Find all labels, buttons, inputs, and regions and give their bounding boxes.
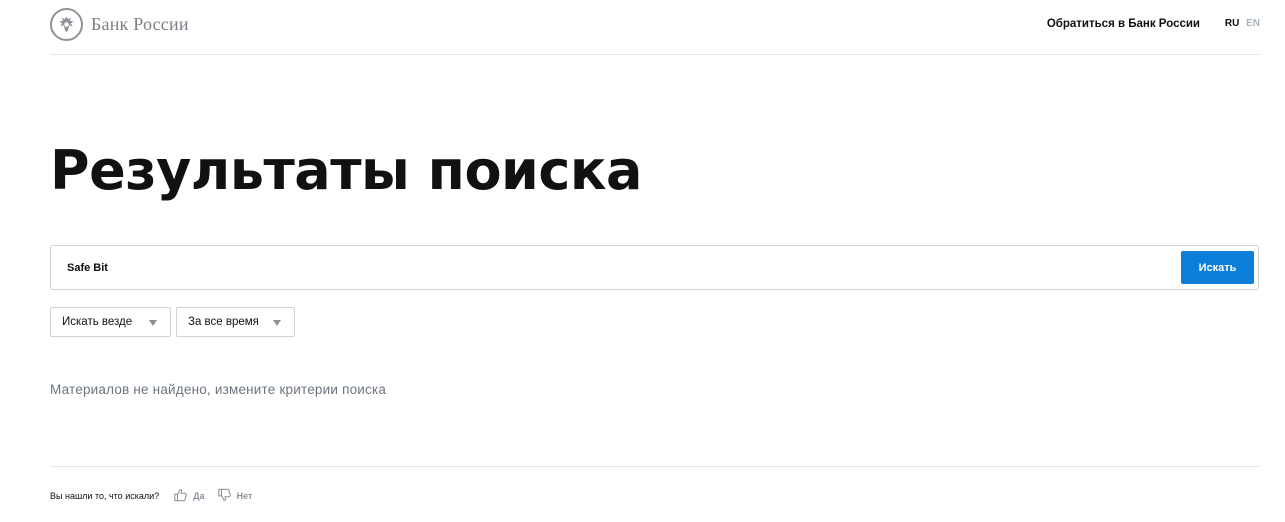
language-switcher: RU EN — [1225, 18, 1260, 29]
chevron-down-icon — [273, 320, 281, 326]
search-scope-value: Искать везде — [62, 316, 133, 328]
thumbs-up-icon — [173, 488, 188, 504]
search-input[interactable] — [51, 246, 1171, 289]
search-bar: Искать — [50, 245, 1259, 290]
logo-text: Банк России — [91, 14, 189, 34]
feedback-yes-button[interactable]: Да — [173, 488, 205, 504]
bank-emblem-icon — [50, 8, 83, 41]
feedback-yes-label: Да — [193, 491, 205, 501]
no-results-message: Материалов не найдено, измените критерии… — [50, 382, 387, 397]
thumbs-down-icon — [217, 488, 232, 504]
feedback-bar: Вы нашли то, что искали? Да Нет — [50, 488, 252, 504]
chevron-down-icon — [149, 320, 157, 326]
feedback-no-button[interactable]: Нет — [217, 488, 253, 504]
feedback-no-label: Нет — [236, 491, 253, 501]
site-logo[interactable]: Банк России — [50, 8, 189, 41]
site-header: Банк России Обратиться в Банк России RU … — [50, 0, 1260, 55]
search-scope-select[interactable]: Искать везде — [50, 307, 171, 337]
time-period-value: За все время — [188, 316, 259, 328]
lang-en-link[interactable]: EN — [1246, 18, 1260, 29]
contact-bank-link[interactable]: Обратиться в Банк России — [1047, 18, 1200, 30]
page-title: Результаты поиска — [50, 139, 643, 202]
divider — [50, 466, 1260, 467]
lang-ru-link[interactable]: RU — [1225, 18, 1239, 29]
feedback-question: Вы нашли то, что искали? — [50, 491, 160, 501]
search-button[interactable]: Искать — [1181, 251, 1254, 284]
time-period-select[interactable]: За все время — [176, 307, 295, 337]
